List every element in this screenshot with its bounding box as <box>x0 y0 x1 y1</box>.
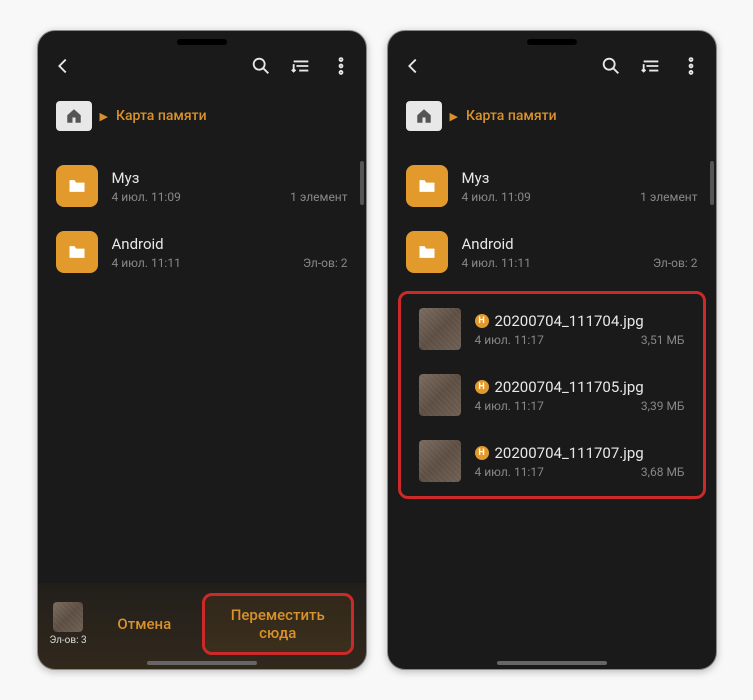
item-date: 4 июл. 11:09 <box>462 190 531 204</box>
image-thumb <box>419 308 461 350</box>
badge-icon: H <box>475 446 489 460</box>
top-bar <box>38 31 366 87</box>
chevron-right-icon: ▶ <box>450 110 458 123</box>
item-date: 4 июл. 11:11 <box>112 256 181 270</box>
breadcrumb-label[interactable]: Карта памяти <box>116 108 207 124</box>
sort-icon[interactable] <box>640 55 662 77</box>
list-item[interactable]: H 20200704_111704.jpg 4 июл. 11:17 3,51 М… <box>401 296 703 362</box>
image-thumb <box>419 440 461 482</box>
clipboard-thumb <box>53 602 83 632</box>
badge-icon: H <box>475 314 489 328</box>
badge-icon: H <box>475 380 489 394</box>
scrollbar[interactable] <box>360 161 364 205</box>
breadcrumb[interactable]: ▶ Карта памяти <box>388 87 716 153</box>
clipboard-preview[interactable]: Эл-ов: 3 <box>50 602 87 646</box>
list-item[interactable]: Муз 4 июл. 11:09 1 элемент <box>38 153 366 219</box>
list-item[interactable]: Android 4 июл. 11:11 Эл-ов: 2 <box>38 219 366 285</box>
item-name: 20200704_111707.jpg <box>495 444 644 462</box>
phone-left: ▶ Карта памяти Муз 4 июл. 11:09 1 элемент… <box>37 30 367 670</box>
nav-handle[interactable] <box>147 661 257 665</box>
item-meta: 1 элемент <box>290 190 347 204</box>
folder-icon <box>406 165 448 207</box>
item-date: 4 июл. 11:17 <box>475 333 544 347</box>
more-icon[interactable] <box>680 55 702 77</box>
item-name: Муз <box>112 169 140 187</box>
phone-right: ▶ Карта памяти Муз 4 июл. 11:09 1 элемент… <box>387 30 717 670</box>
back-icon[interactable] <box>52 55 74 77</box>
action-bar: Эл-ов: 3 Отмена Переместить сюда <box>38 583 366 669</box>
home-icon[interactable] <box>56 101 92 131</box>
file-list: Муз 4 июл. 11:09 1 элемент Android 4 июл.… <box>388 153 716 659</box>
file-list: Муз 4 июл. 11:09 1 элемент Android 4 июл.… <box>38 153 366 583</box>
search-icon[interactable] <box>250 55 272 77</box>
item-name: 20200704_111704.jpg <box>495 312 644 330</box>
scrollbar[interactable] <box>710 161 714 205</box>
search-icon[interactable] <box>600 55 622 77</box>
sort-icon[interactable] <box>290 55 312 77</box>
chevron-right-icon: ▶ <box>100 110 108 123</box>
top-bar <box>388 31 716 87</box>
image-thumb <box>419 374 461 416</box>
list-item[interactable]: H 20200704_111707.jpg 4 июл. 11:17 3,68 М… <box>401 428 703 494</box>
item-size: 3,39 МБ <box>641 399 685 413</box>
back-icon[interactable] <box>402 55 424 77</box>
item-name: 20200704_111705.jpg <box>495 378 644 396</box>
item-meta: Эл-ов: 2 <box>303 256 348 270</box>
highlighted-files: H 20200704_111704.jpg 4 июл. 11:17 3,51 М… <box>398 291 706 499</box>
item-meta: 1 элемент <box>640 190 697 204</box>
item-date: 4 июл. 11:09 <box>112 190 181 204</box>
list-item[interactable]: Android 4 июл. 11:11 Эл-ов: 2 <box>388 219 716 285</box>
move-here-button[interactable]: Переместить сюда <box>202 593 354 655</box>
item-name: Android <box>462 235 514 253</box>
breadcrumb-label[interactable]: Карта памяти <box>466 108 557 124</box>
folder-icon <box>406 231 448 273</box>
list-item[interactable]: H 20200704_111705.jpg 4 июл. 11:17 3,39 М… <box>401 362 703 428</box>
item-meta: Эл-ов: 2 <box>653 256 698 270</box>
item-name: Муз <box>462 169 490 187</box>
clipboard-count: Эл-ов: 3 <box>50 635 87 646</box>
item-size: 3,51 МБ <box>641 333 685 347</box>
item-name: Android <box>112 235 164 253</box>
item-size: 3,68 МБ <box>641 465 685 479</box>
breadcrumb[interactable]: ▶ Карта памяти <box>38 87 366 153</box>
nav-handle[interactable] <box>497 661 607 665</box>
cancel-button[interactable]: Отмена <box>93 605 196 643</box>
list-item[interactable]: Муз 4 июл. 11:09 1 элемент <box>388 153 716 219</box>
item-date: 4 июл. 11:17 <box>475 399 544 413</box>
more-icon[interactable] <box>330 55 352 77</box>
home-icon[interactable] <box>406 101 442 131</box>
folder-icon <box>56 165 98 207</box>
item-date: 4 июл. 11:11 <box>462 256 531 270</box>
folder-icon <box>56 231 98 273</box>
item-date: 4 июл. 11:17 <box>475 465 544 479</box>
